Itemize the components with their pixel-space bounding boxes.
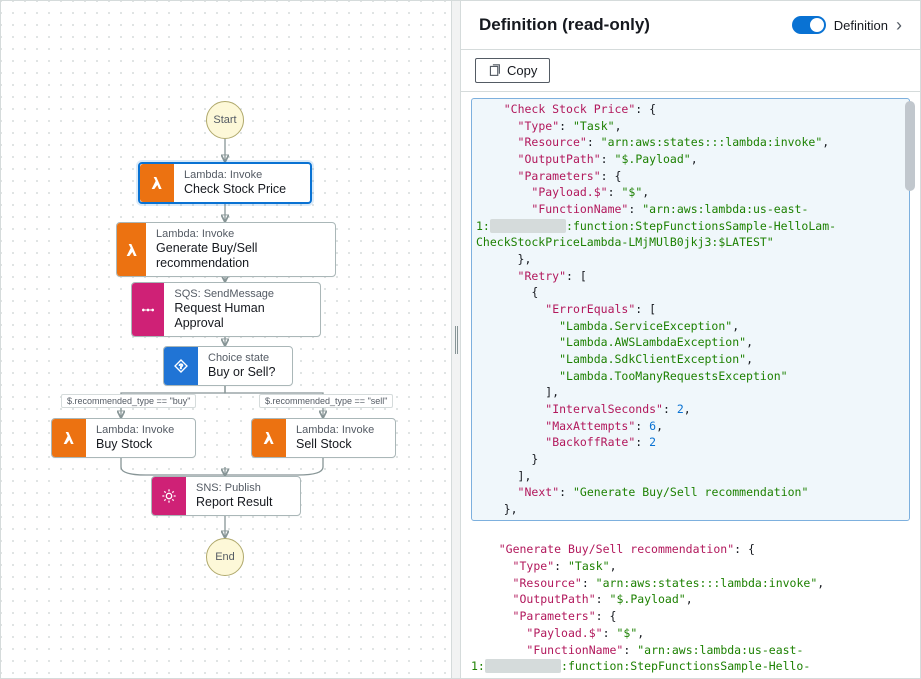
state-buy-stock[interactable]: Lambda: Invoke Buy Stock — [51, 418, 196, 458]
state-label: Report Result — [196, 495, 272, 510]
end-label: End — [215, 551, 235, 563]
state-subtype: Lambda: Invoke — [184, 169, 286, 182]
end-node[interactable]: End — [206, 538, 244, 576]
state-generate-recommendation[interactable]: Lambda: Invoke Generate Buy/Sell recomme… — [116, 222, 336, 277]
workflow-canvas[interactable]: Start Lambda: Invoke Check Stock Price L… — [1, 1, 451, 678]
lambda-icon — [117, 223, 146, 276]
state-subtype: Lambda: Invoke — [96, 424, 174, 437]
lambda-icon — [252, 419, 286, 457]
copy-label: Copy — [507, 63, 537, 78]
pane-resize-handle[interactable] — [451, 1, 461, 678]
state-label: Buy Stock — [96, 437, 174, 452]
state-sell-stock[interactable]: Lambda: Invoke Sell Stock — [251, 418, 396, 458]
state-label: Request Human Approval — [174, 301, 310, 331]
state-choice[interactable]: ? Choice state Buy or Sell? — [163, 346, 293, 386]
panel-title: Definition (read-only) — [479, 15, 650, 35]
start-node[interactable]: Start — [206, 101, 244, 139]
code-viewer[interactable]: "Check Stock Price": { "Type": "Task", "… — [461, 92, 920, 678]
state-label: Check Stock Price — [184, 182, 286, 197]
state-subtype: Choice state — [208, 352, 275, 365]
definition-code: "Check Stock Price": { "Type": "Task", "… — [471, 98, 910, 678]
lambda-icon — [140, 164, 174, 202]
state-report-result[interactable]: SNS: Publish Report Result — [151, 476, 301, 516]
state-check-stock-price[interactable]: Lambda: Invoke Check Stock Price — [138, 162, 312, 204]
state-request-approval[interactable]: SQS: SendMessage Request Human Approval — [131, 282, 321, 337]
scrollbar-thumb[interactable] — [905, 101, 915, 191]
panel-header: Definition (read-only) Definition › — [461, 1, 920, 50]
app-root: Start Lambda: Invoke Check Stock Price L… — [0, 0, 921, 679]
state-label: Generate Buy/Sell recommendation — [156, 241, 325, 271]
copy-icon — [488, 64, 501, 77]
sns-icon — [152, 477, 186, 515]
state-subtype: SQS: SendMessage — [174, 288, 310, 301]
chevron-right-icon[interactable]: › — [896, 16, 902, 34]
state-label: Buy or Sell? — [208, 365, 275, 380]
lambda-icon — [52, 419, 86, 457]
panel-toolbar: Copy — [461, 50, 920, 92]
svg-text:?: ? — [179, 364, 183, 371]
state-subtype: Lambda: Invoke — [156, 228, 325, 241]
definition-panel: Definition (read-only) Definition › Copy… — [461, 1, 920, 678]
definition-toggle[interactable] — [792, 16, 826, 34]
condition-sell: $.recommended_type == "sell" — [259, 394, 393, 408]
sqs-icon — [132, 283, 164, 336]
toggle-label: Definition — [834, 18, 888, 33]
choice-icon: ? — [164, 347, 198, 385]
state-subtype: SNS: Publish — [196, 482, 272, 495]
code-scrollbar[interactable] — [900, 93, 918, 676]
state-label: Sell Stock — [296, 437, 374, 452]
copy-button[interactable]: Copy — [475, 58, 550, 83]
condition-buy: $.recommended_type == "buy" — [61, 394, 196, 408]
state-subtype: Lambda: Invoke — [296, 424, 374, 437]
start-label: Start — [213, 114, 236, 126]
